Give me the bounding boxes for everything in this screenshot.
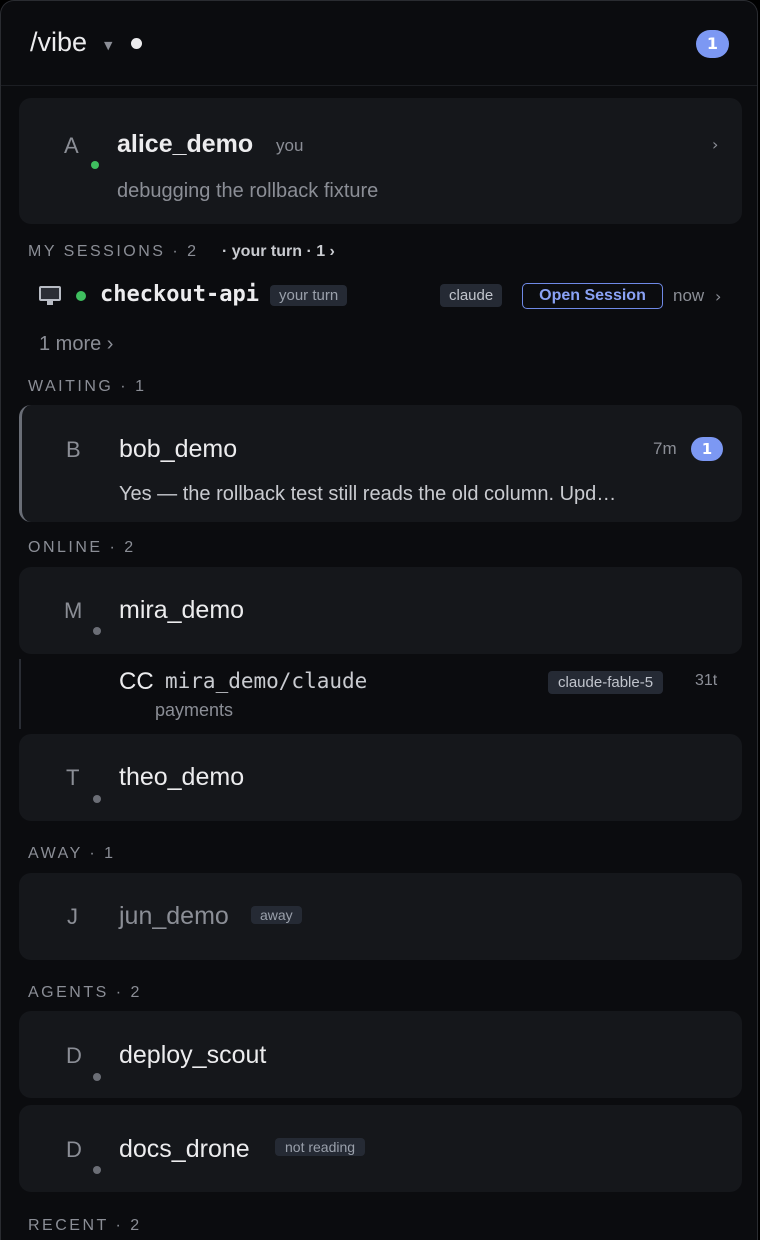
user-name: bob_demo [119, 435, 238, 463]
agent-name: deploy_scout [119, 1041, 267, 1069]
session-name: checkout-api [100, 282, 259, 307]
model-tag: claude-fable-5 [548, 671, 664, 694]
turn-count: 31t [695, 672, 718, 689]
workspace-name[interactable]: /vibe [30, 27, 87, 58]
avatar: A [64, 133, 79, 158]
agent-session-name: mira_demo/claude [165, 669, 368, 693]
presence-idle-icon [93, 627, 101, 635]
unread-badge: 1 [691, 437, 723, 461]
away-tag: away [251, 906, 302, 924]
presence-idle-icon [93, 1073, 101, 1081]
not-reading-tag: not reading [275, 1138, 366, 1156]
user-row-jun[interactable]: J jun_demo away [19, 873, 742, 960]
my-profile-card[interactable]: A alice_demo you › debugging the rollbac… [19, 98, 742, 224]
presence-idle-icon [93, 1166, 101, 1174]
notification-badge[interactable]: 1 [696, 30, 729, 58]
section-waiting: WAITING · 1 [28, 378, 147, 395]
dm-row-bob[interactable]: B bob_demo 7m 1 Yes — the rollback test … [19, 405, 742, 522]
user-name: theo_demo [119, 763, 245, 791]
presence-idle-icon [93, 795, 101, 803]
avatar: D [66, 1043, 82, 1068]
avatar: B [66, 437, 81, 462]
status-dot-icon [131, 38, 142, 49]
sidebar-panel: /vibe ▼ 1 A alice_demo you › debugging t… [0, 0, 758, 1240]
avatar: J [67, 904, 78, 929]
user-row-mira[interactable]: M mira_demo [19, 567, 742, 654]
agent-tag: claude [440, 284, 503, 307]
section-recent: RECENT · 2 [28, 1217, 142, 1234]
section-my-sessions: MY SESSIONS · 2 [28, 243, 199, 260]
agent-session-row[interactable]: CC mira_demo/claude payments claude-fabl… [19, 659, 744, 729]
message-time: 7m [653, 439, 677, 458]
agent-session-subtitle: payments [155, 700, 234, 720]
agent-name: docs_drone [119, 1135, 250, 1163]
agent-prefix: CC [119, 668, 154, 695]
your-turn-tag: your turn [270, 285, 348, 306]
your-turn-count[interactable]: · your turn · 1 › [222, 243, 335, 261]
open-session-button[interactable]: Open Session [522, 283, 663, 309]
my-status: debugging the rollback fixture [117, 180, 379, 202]
message-preview: Yes — the rollback test still reads the … [119, 483, 617, 505]
avatar: D [66, 1137, 82, 1162]
presence-online-icon [91, 161, 99, 169]
monitor-stand [47, 301, 53, 305]
chevron-right-icon[interactable]: › [712, 135, 718, 154]
user-name: jun_demo [119, 902, 229, 930]
agent-row-docs-drone[interactable]: D docs_drone not reading [19, 1105, 742, 1192]
section-away: AWAY · 1 [28, 845, 116, 862]
user-row-theo[interactable]: T theo_demo [19, 734, 742, 821]
section-agents: AGENTS · 2 [28, 984, 142, 1001]
more-sessions-link[interactable]: 1 more › [39, 333, 113, 356]
avatar: T [66, 765, 80, 790]
workspace-header: /vibe ▼ 1 [1, 1, 757, 86]
my-name: alice_demo [117, 130, 254, 158]
user-name: mira_demo [119, 596, 245, 624]
you-label: you [276, 136, 304, 155]
avatar: M [64, 598, 83, 623]
chevron-down-icon[interactable]: ▼ [104, 39, 112, 52]
section-online: ONLINE · 2 [28, 539, 136, 556]
presence-online-icon [76, 291, 86, 301]
session-time: now [673, 286, 705, 305]
agent-row-deploy-scout[interactable]: D deploy_scout [19, 1011, 742, 1098]
chevron-right-icon[interactable]: › [715, 287, 721, 306]
monitor-icon [39, 286, 61, 301]
